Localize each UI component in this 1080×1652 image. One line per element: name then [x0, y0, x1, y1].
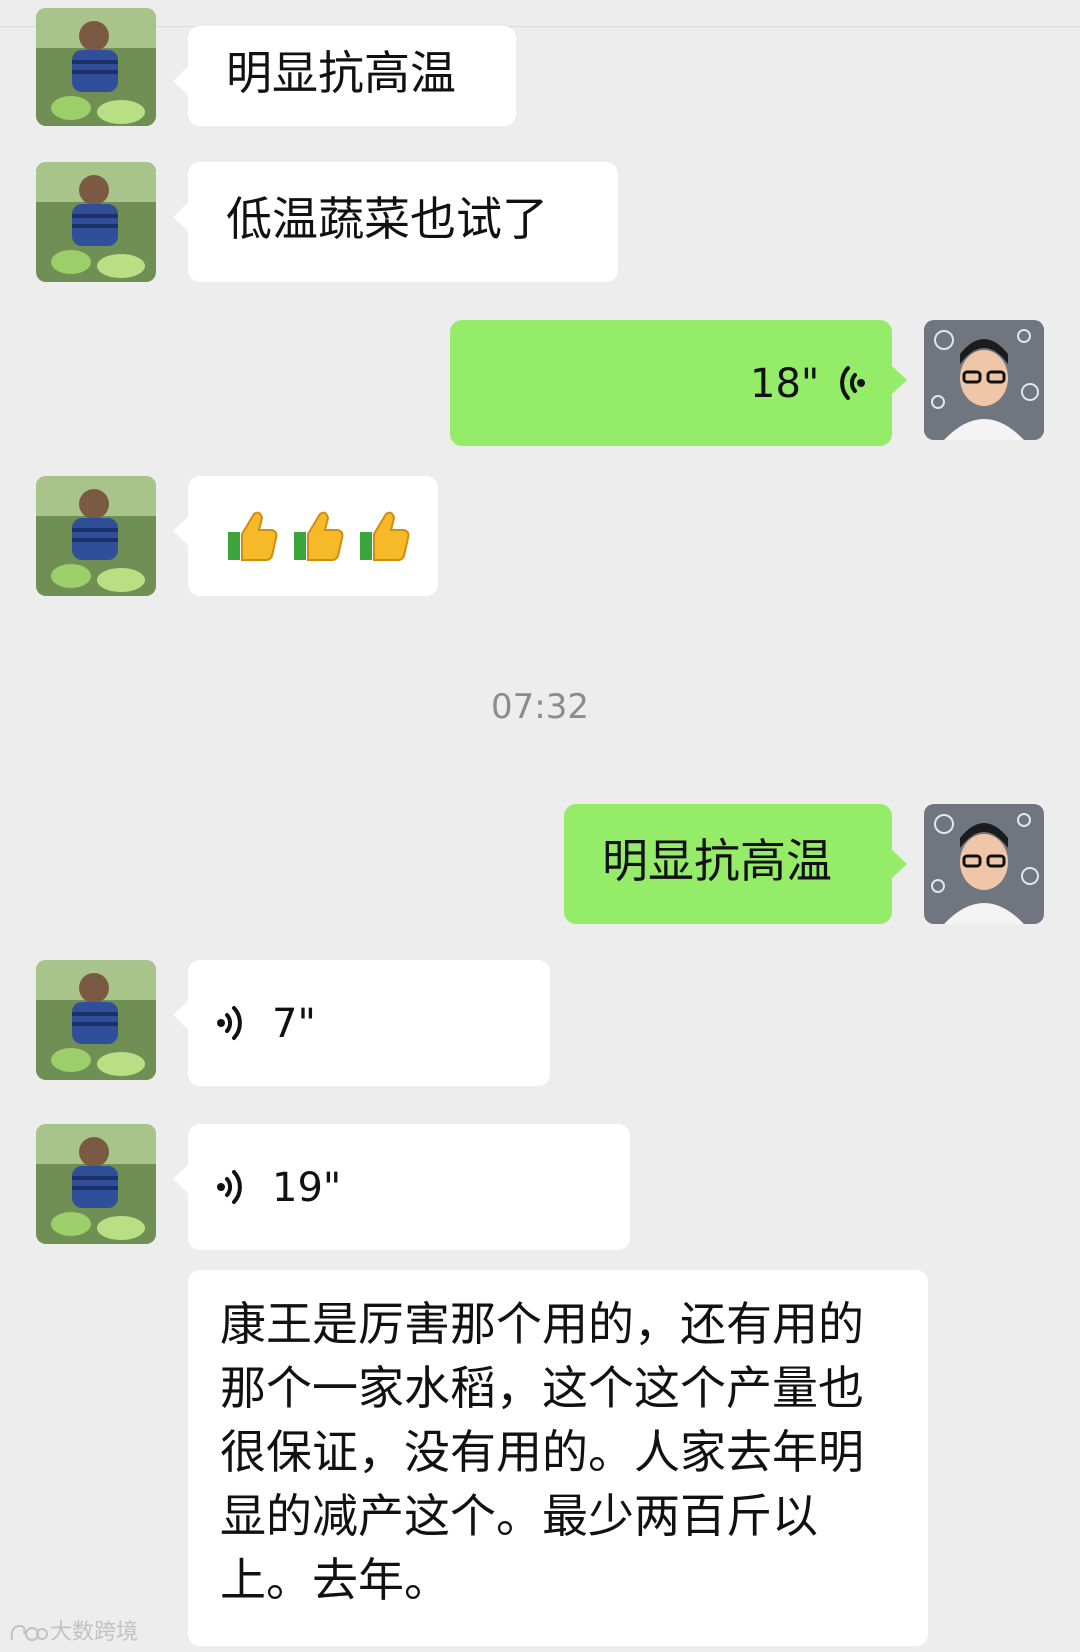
voice-duration: 7"	[272, 1001, 316, 1047]
voice-message-bubble-incoming[interactable]: 19"	[173, 1124, 630, 1250]
thumbs-up-icon	[226, 508, 278, 564]
thumbs-up-icon	[358, 508, 410, 564]
voice-wave-icon	[214, 998, 254, 1048]
thumbs-up-icon	[292, 508, 344, 564]
message-text: 明显抗高温	[602, 834, 832, 888]
farmer-avatar[interactable]	[36, 1124, 156, 1244]
voice-duration: 19"	[272, 1165, 342, 1211]
message-bubble-incoming[interactable]: 明显抗高温	[173, 26, 516, 126]
message-text: 低温蔬菜也试了	[226, 192, 548, 246]
voice-message-bubble-incoming[interactable]: 7"	[173, 960, 550, 1086]
message-bubble-outgoing[interactable]: 明显抗高温	[564, 804, 907, 924]
voice-wave-icon	[214, 1162, 254, 1212]
user-avatar[interactable]	[924, 320, 1044, 440]
farmer-avatar[interactable]	[36, 162, 156, 282]
top-divider	[0, 26, 1080, 27]
watermark-logo-icon	[8, 1620, 48, 1646]
message-text: 明显抗高温	[226, 46, 456, 100]
farmer-avatar[interactable]	[36, 476, 156, 596]
message-bubble-incoming[interactable]: 低温蔬菜也试了	[173, 162, 618, 282]
emoji-row	[226, 508, 410, 564]
message-bubble-incoming[interactable]: 康王是厉害那个用的，还有用的那个一家水稻，这个这个产量也很保证，没有用的。人家去…	[188, 1270, 928, 1646]
message-text: 康王是厉害那个用的，还有用的那个一家水稻，这个这个产量也很保证，没有用的。人家去…	[220, 1297, 864, 1607]
emoji-message-bubble-incoming[interactable]	[173, 476, 438, 596]
voice-message-bubble-outgoing[interactable]: 18"	[450, 320, 907, 446]
chat-timestamp: 07:32	[491, 687, 589, 727]
voice-duration: 18"	[750, 361, 820, 407]
watermark-text: 大数跨境	[50, 1619, 139, 1644]
voice-wave-icon	[828, 358, 868, 408]
farmer-avatar[interactable]	[36, 8, 156, 126]
watermark: 大数跨境	[8, 1614, 138, 1646]
user-avatar[interactable]	[924, 804, 1044, 924]
farmer-avatar[interactable]	[36, 960, 156, 1080]
